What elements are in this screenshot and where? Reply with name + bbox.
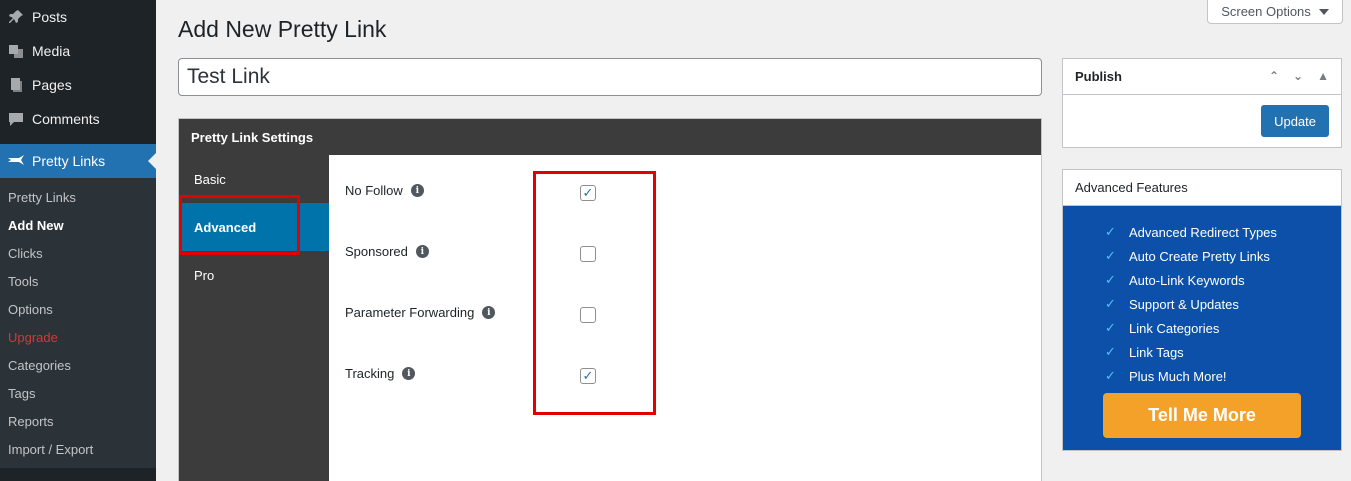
info-icon[interactable]: i	[402, 367, 416, 380]
check-icon: ✓	[1105, 344, 1116, 359]
menu-label: Media	[32, 43, 71, 59]
pages-icon	[6, 75, 26, 95]
publish-header: Publish ⌃ ⌄ ▲	[1063, 59, 1341, 95]
advanced-tab-highlight	[179, 195, 300, 255]
feature-item: ✓ Plus Much More!	[1105, 368, 1227, 384]
submenu-pretty-links[interactable]: Pretty Links	[0, 184, 156, 212]
publish-box: Publish ⌃ ⌄ ▲ Update	[1062, 58, 1342, 148]
admin-sidebar: Posts Media Pages Comments Pretty Links …	[0, 0, 156, 481]
move-up-icon[interactable]: ⌃	[1269, 69, 1279, 83]
menu-label: Pages	[32, 77, 72, 93]
pin-icon	[6, 7, 26, 27]
menu-label: Comments	[32, 111, 100, 127]
field-parameter-forwarding: Parameter Forwarding i	[345, 305, 496, 320]
submenu-upgrade[interactable]: Upgrade	[0, 324, 156, 352]
media-icon	[6, 41, 26, 61]
info-icon[interactable]: i	[410, 184, 424, 197]
submenu-add-new[interactable]: Add New	[0, 212, 156, 240]
check-icon: ✓	[1105, 248, 1116, 263]
field-label: No Follow	[345, 183, 403, 198]
field-label: Tracking	[345, 366, 395, 381]
feature-item: ✓ Auto Create Pretty Links	[1105, 248, 1270, 264]
publish-controls: ⌃ ⌄ ▲	[1269, 69, 1329, 83]
pretty-links-submenu: Pretty Links Add New Clicks Tools Option…	[0, 178, 156, 468]
submenu-tools[interactable]: Tools	[0, 268, 156, 296]
menu-posts[interactable]: Posts	[0, 0, 156, 34]
advanced-features-promo: ✓ Advanced Redirect Types ✓ Auto Create Pr…	[1063, 206, 1341, 450]
submenu-options[interactable]: Options	[0, 296, 156, 324]
pretty-link-settings-panel: Pretty Link Settings Basic Advanced Pro …	[178, 118, 1042, 481]
feature-item: ✓ Advanced Redirect Types	[1105, 224, 1277, 240]
tab-pro[interactable]: Pro	[179, 251, 329, 299]
submenu-tags[interactable]: Tags	[0, 380, 156, 408]
submenu-categories[interactable]: Categories	[0, 352, 156, 380]
field-sponsored: Sponsored i	[345, 244, 429, 259]
menu-media[interactable]: Media	[0, 34, 156, 68]
screen-options-label: Screen Options	[1221, 4, 1311, 19]
publish-body: Update	[1063, 95, 1341, 147]
move-down-icon[interactable]: ⌄	[1293, 69, 1303, 83]
field-tracking: Tracking i	[345, 366, 416, 381]
comments-icon	[6, 109, 26, 129]
settings-header: Pretty Link Settings	[179, 119, 1041, 155]
screen-options-button[interactable]: Screen Options	[1207, 0, 1343, 24]
collapse-icon[interactable]: ▲	[1317, 69, 1329, 83]
feature-item: ✓ Support & Updates	[1105, 296, 1239, 312]
feature-item: ✓ Link Categories	[1105, 320, 1220, 336]
update-button[interactable]: Update	[1261, 105, 1329, 137]
check-icon: ✓	[1105, 296, 1116, 311]
info-icon[interactable]: i	[415, 245, 429, 258]
menu-pretty-links[interactable]: Pretty Links	[0, 144, 156, 178]
menu-pages[interactable]: Pages	[0, 68, 156, 102]
feature-item: ✓ Link Tags	[1105, 344, 1184, 360]
menu-label: Posts	[32, 9, 68, 25]
pretty-links-icon	[6, 151, 26, 171]
submenu-clicks[interactable]: Clicks	[0, 240, 156, 268]
info-icon[interactable]: i	[482, 306, 496, 319]
feature-item: ✓ Auto-Link Keywords	[1105, 272, 1245, 288]
check-icon: ✓	[1105, 320, 1116, 335]
submenu-import-export[interactable]: Import / Export	[0, 436, 156, 464]
field-label: Sponsored	[345, 244, 408, 259]
checkbox-highlight	[533, 171, 656, 415]
menu-label: Pretty Links	[32, 153, 106, 169]
page-title: Add New Pretty Link	[178, 16, 387, 42]
caret-down-icon	[1318, 8, 1329, 15]
check-icon: ✓	[1105, 224, 1116, 239]
field-no-follow: No Follow i	[345, 183, 424, 198]
link-title-input[interactable]	[178, 58, 1042, 96]
submenu-reports[interactable]: Reports	[0, 408, 156, 436]
tell-me-more-button[interactable]: Tell Me More	[1103, 393, 1301, 438]
menu-comments[interactable]: Comments	[0, 102, 156, 136]
publish-title: Publish	[1075, 69, 1122, 84]
advanced-features-box: Advanced Features ✓ Advanced Redirect Typ…	[1062, 169, 1342, 451]
advanced-features-header: Advanced Features	[1063, 170, 1341, 206]
check-icon: ✓	[1105, 368, 1116, 383]
check-icon: ✓	[1105, 272, 1116, 287]
field-label: Parameter Forwarding	[345, 305, 475, 320]
